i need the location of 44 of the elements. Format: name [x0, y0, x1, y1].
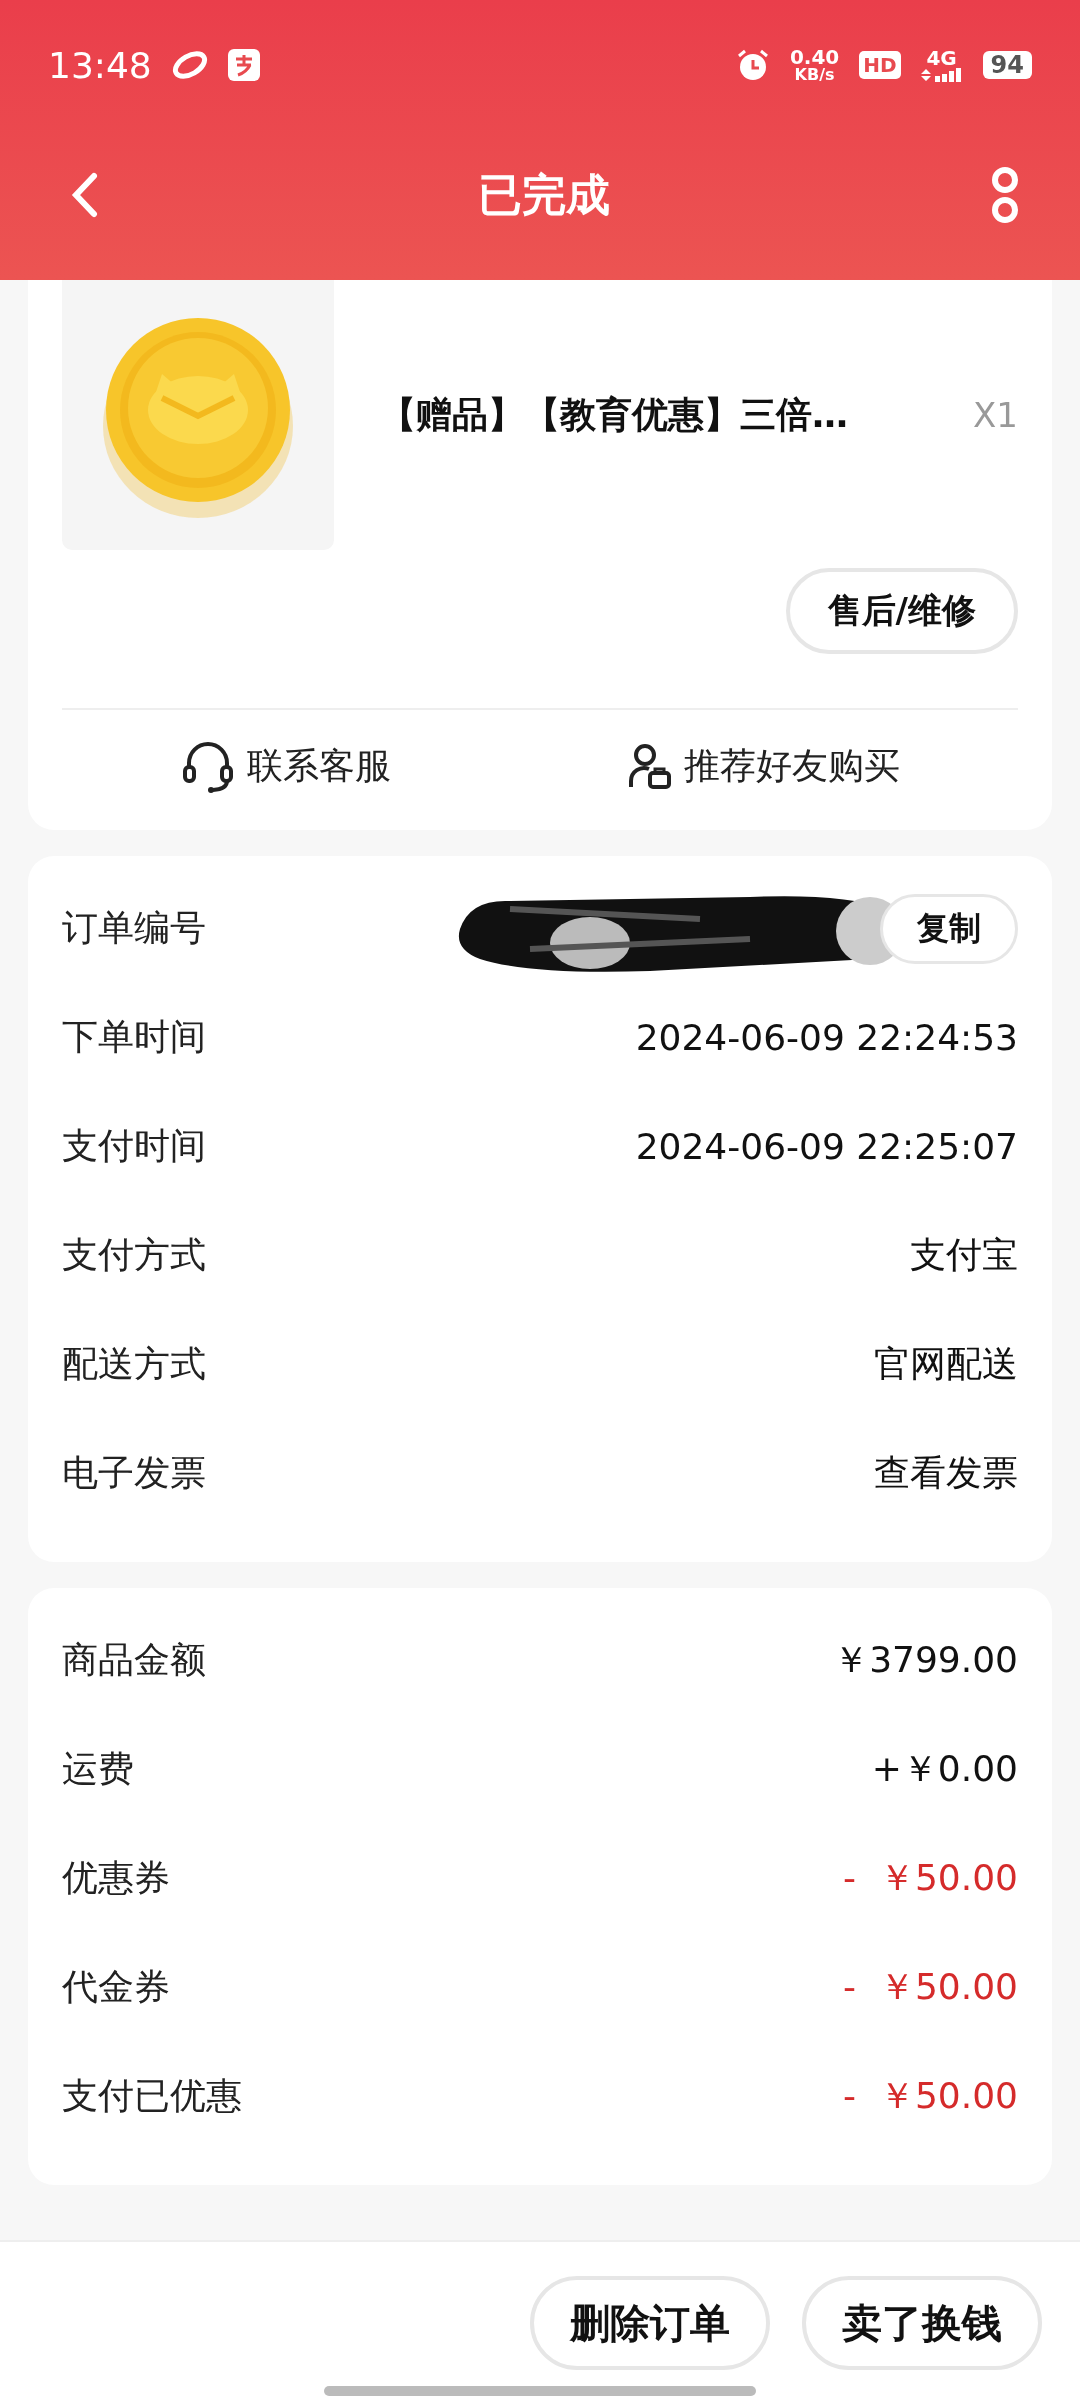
after-sales-button[interactable]: 售后/维修	[785, 568, 1018, 654]
speed-unit: KB/s	[794, 67, 835, 83]
info-value: 2024-06-09 22:25:07	[635, 1126, 1018, 1167]
amount-label: 支付已优惠	[62, 2074, 242, 2118]
info-label: 电子发票	[62, 1451, 206, 1495]
amount-value: - ￥50.00	[843, 2074, 1018, 2118]
sell-button[interactable]: 卖了换钱	[802, 2276, 1042, 2370]
recommend-button[interactable]: 推荐好友购买	[621, 738, 906, 794]
headset-icon	[180, 739, 235, 793]
info-label: 下单时间	[62, 1015, 206, 1059]
alarm-icon	[735, 48, 770, 82]
amount-value: - ￥50.00	[843, 1965, 1018, 2009]
info-value: 支付宝	[910, 1233, 1018, 1277]
info-label: 配送方式	[62, 1342, 206, 1386]
copy-button[interactable]: 复制	[880, 893, 1018, 964]
info-label: 支付时间	[62, 1124, 206, 1168]
info-value: 2024-06-09 22:24:53	[635, 1017, 1018, 1058]
amount-label: 运费	[62, 1747, 134, 1791]
info-label: 支付方式	[62, 1233, 206, 1277]
hd-badge: HD	[859, 51, 901, 79]
signal-icon	[920, 68, 963, 82]
back-icon[interactable]	[70, 172, 98, 218]
info-value: 官网配送	[874, 1342, 1018, 1386]
info-label: 订单编号	[62, 906, 206, 950]
product-title[interactable]: 【赠品】【教育优惠】三倍…	[380, 390, 974, 440]
info-value[interactable]: 查看发票	[874, 1449, 1018, 1498]
more-icon[interactable]	[990, 166, 1020, 224]
contact-service-button[interactable]: 联系客服	[174, 738, 397, 794]
status-time: 13:48	[48, 44, 152, 86]
amount-value: - ￥50.00	[843, 1856, 1018, 1900]
amount-value: ￥3799.00	[833, 1638, 1018, 1682]
payment-app-icon	[227, 49, 260, 81]
amount-label: 优惠券	[62, 1856, 170, 1900]
page-title: 已完成	[478, 167, 610, 222]
amount-value: +￥0.00	[871, 1747, 1018, 1791]
product-quantity: X1	[973, 395, 1018, 435]
user-share-icon	[627, 743, 672, 789]
delete-order-button[interactable]: 删除订单	[530, 2276, 770, 2370]
app-icon	[171, 50, 208, 80]
network-speed: 0.40	[789, 47, 840, 67]
network-type: 4G	[926, 48, 957, 68]
battery-level: 94	[982, 51, 1032, 79]
amount-label: 代金券	[62, 1965, 170, 2009]
amount-label: 商品金额	[62, 1638, 206, 1682]
